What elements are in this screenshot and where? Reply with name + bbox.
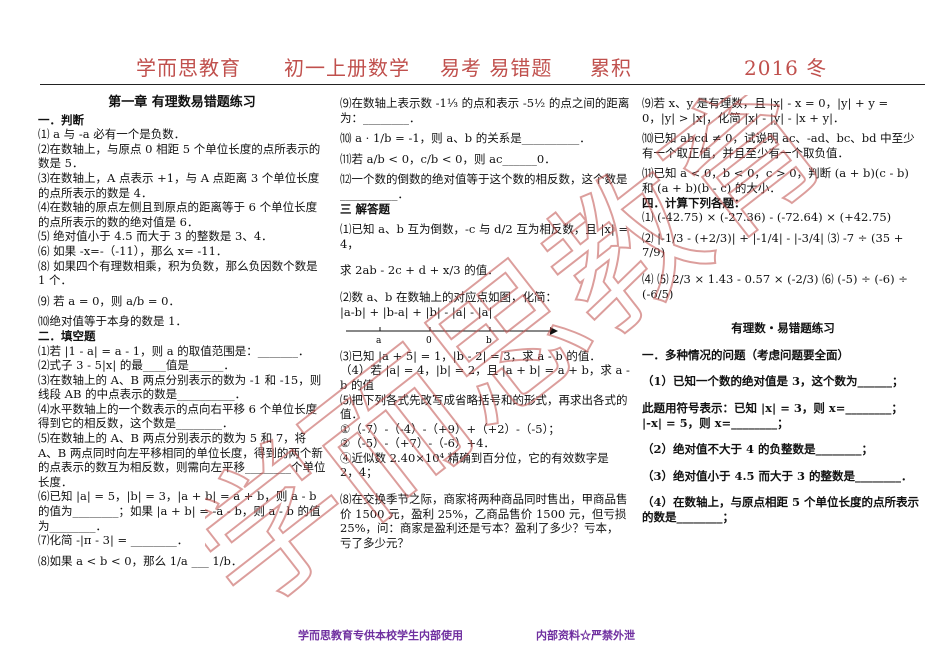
question: ⑸ 绝对值小于 4.5 而大于 3 的整数是 3、4．	[38, 229, 273, 244]
question: ⑷水平数轴上的一个数表示的点向右平移 6 个单位长度得到它的相反数，这个数是__…	[38, 401, 318, 431]
column-left: 第一章 有理数易错题练习 一．判断 ⑴ a 与 -a 必有一个是负数． ⑵在数轴…	[38, 95, 326, 568]
question: 求 2ab - 2c + d + x/3 的值．	[340, 263, 499, 278]
question: （3）绝对值小于 4.5 而大于 3 的整数是________．	[642, 468, 913, 483]
question: （4）若 |a| = 4，|b| = 2，且 |a + b| = a + b，求…	[340, 363, 630, 392]
section-judge: 一．判断	[38, 112, 84, 127]
question: ⑼若 x、y 是有理数，且 |x| - x = 0，|y| + y = 0，|y…	[642, 96, 889, 125]
question: ⑻ 如果四个有理数相乘，积为负数，那么负因数个数是 1 个．	[38, 258, 318, 288]
chapter-title: 第一章 有理数易错题练习	[108, 95, 256, 110]
svg-text:0: 0	[426, 336, 432, 345]
question: ⑻如果 a < b < 0，那么 1/a ___ 1/b．	[38, 553, 243, 568]
section-fill: 二．填空题	[38, 328, 96, 343]
question: 此题用符号表示：已知 |x| = 3，则 x=________；	[642, 400, 903, 415]
question: ⑵数 a、b 在数轴上的对应点如图，化简：	[340, 289, 558, 304]
question: ⑼ 若 a = 0，则 a/b = 0．	[38, 293, 180, 308]
header-topic: 易考 易错题	[440, 56, 553, 80]
question: ⑸在数轴上的 A、B 两点分别表示的数为 5 和 7，将 A、B 两点同时向左平…	[38, 431, 326, 489]
question: ⑷ ⑸ 2/3 × 1.43 - 0.57 × (-2/3) ⑹ (-5) ÷ …	[642, 271, 908, 301]
section-calc: 四．计算下列各题：	[642, 195, 746, 210]
question: ⑺化简 -|π - 3| = ________．	[38, 533, 189, 548]
header-divider	[40, 84, 925, 85]
question: ⑽ a · 1/b = -1，则 a、b 的关系是__________．	[340, 131, 591, 146]
question: ⑾若 a/b < 0，c/b < 0，则 ac______0．	[340, 151, 556, 166]
question: ⑽绝对值等于本身的数是 1．	[38, 314, 187, 329]
question: ⑽已知 abcd ≠ 0，试说明 ac、-ad、bc、bd 中至少有一个取正值，…	[642, 131, 915, 160]
question: ⑷在数轴的原点左侧且到原点的距离等于 6 个单位长度的点所表示的数的绝对值是 6…	[38, 200, 318, 229]
question: ⑵ |-1/3 - (+2/3)| + |-1/4| - |-3/4| ⑶ -7…	[642, 230, 904, 260]
footer-right: 内部资料☆严禁外泄	[536, 629, 635, 642]
svg-text:b: b	[486, 336, 492, 345]
question: ⑵式子 3 - 5|x| 的最____值是______．	[38, 358, 235, 373]
header-course: 初一上册数学	[284, 56, 410, 80]
question: ⑿一个数的倒数的绝对值等于这个数的相反数，这个数是__________．	[340, 172, 628, 201]
question: ⑴已知 a、b 互为倒数，-c 与 d/2 互为相反数，且 |x| = 4，	[340, 222, 629, 251]
number-line-figure: a 0 b	[346, 327, 558, 346]
question: ⑹已知 |a| = 5，|b| = 3，|a + b| = a + b，则 a …	[38, 489, 321, 533]
question: ⑾已知 a < 0，b < 0，c > 0，判断 (a + b)(c - b) …	[642, 166, 909, 195]
question: ⑴ (-42.75) × (-27.36) - (-72.64) × (+42.…	[642, 210, 892, 225]
question: ②（-5）-（+7）-（-6）+4．	[340, 436, 495, 451]
question: ⑶在数轴上，A 点表示 +1，与 A 点距离 3 个单位长度的点所表示的数是 4…	[38, 170, 320, 200]
question: （2）绝对值不大于 4 的负整数是________；	[642, 442, 874, 457]
section-solve: 三 解答题	[340, 201, 391, 216]
header-org: 学而思教育	[136, 56, 241, 80]
question: ⑻在交换季节之际，商家将两种商品同时售出，甲商品售价 1500 元，盈利 25%…	[340, 492, 628, 550]
column-middle: ⑼在数轴上表示数 -1⅓ 的点和表示 -5½ 的点之间的距离为：________…	[340, 96, 630, 550]
question: （1）已知一个数的绝对值是 3，这个数为______；	[642, 374, 904, 389]
svg-text:a: a	[376, 336, 382, 345]
question: |-x| = 5，则 x=________；	[642, 415, 789, 430]
question: ⑸把下列各式先改写成省略括号和的形式，再求出各式的值．	[340, 392, 628, 422]
question: ①（-7）-（-4）-（+9）+（+2）-（-5）；	[340, 421, 560, 436]
section-cases: 一．多种情况的问题（考虑问题要全面）	[642, 347, 849, 362]
header-term: 2016 冬	[744, 56, 828, 80]
header-tag: 累积	[590, 56, 632, 80]
subtitle: 有理数・易错题练习	[731, 321, 835, 336]
column-right: ⑼若 x、y 是有理数，且 |x| - x = 0，|y| + y = 0，|y…	[642, 96, 924, 524]
question: ⑴若 |1 - a| = a - 1，则 a 的取值范围是：_______．	[38, 343, 310, 358]
question: ④近似数 2.40×10⁴ 精确到百分位，它的有效数字是 2，4；	[340, 450, 609, 480]
question: ⑼在数轴上表示数 -1⅓ 的点和表示 -5½ 的点之间的距离为：________…	[340, 96, 630, 125]
footer-left: 学而思教育专供本校学生内部使用	[298, 629, 463, 642]
question: ⑶已知 |a + 5| = 1，|b - 2| = 3，求 a - b 的值．	[340, 348, 601, 363]
expression: |a-b| + |b-a| + |b| - |a| - |a|	[340, 304, 493, 319]
footer: 学而思教育专供本校学生内部使用 内部资料☆严禁外泄	[0, 627, 945, 643]
question: ⑴ a 与 -a 必有一个是负数．	[38, 127, 186, 142]
question: ⑶在数轴上的 A、B 两点分别表示的数为 -1 和 -15，则线段 AB 的中点…	[38, 372, 322, 402]
question: （4）在数轴上，与原点相距 5 个单位长度的点所表示的数是________；	[642, 495, 920, 524]
question: ⑹ 如果 -x=-（-11），那么 x= -11．	[38, 243, 228, 258]
question: ⑵在数轴上，与原点 0 相距 5 个单位长度的点所表示的数是 5．	[38, 141, 321, 171]
